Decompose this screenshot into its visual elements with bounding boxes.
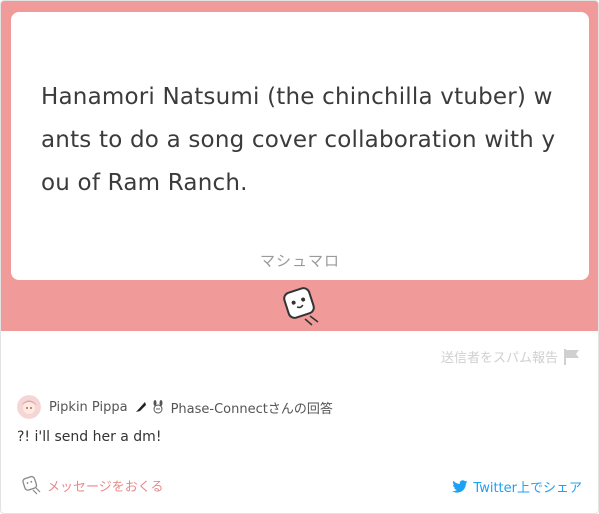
question-card: Hanamori Natsumi (the chinchilla vtuber)… <box>11 12 589 280</box>
question-text: Hanamori Natsumi (the chinchilla vtuber)… <box>41 84 556 196</box>
twitter-share-link[interactable]: Twitter上でシェア <box>452 477 582 496</box>
twitter-share-label: Twitter上でシェア <box>473 481 582 496</box>
marshmallow-mascot-icon <box>283 287 319 326</box>
answer-header: Pipkin Pippa Phase-Connectさんの回答 <box>17 395 333 419</box>
marshmallow-card: Hanamori Natsumi (the chinchilla vtuber)… <box>0 0 599 514</box>
flag-icon <box>564 348 579 365</box>
feather-icon <box>135 402 146 412</box>
avatar[interactable] <box>17 395 41 419</box>
report-spam-label: 送信者をスパム報告 <box>440 351 558 366</box>
question-background: Hanamori Natsumi (the chinchilla vtuber)… <box>1 1 598 331</box>
answer-text: ?! i'll send her a dm! <box>17 429 162 445</box>
report-spam-button[interactable]: 送信者をスパム報告 <box>441 347 582 366</box>
twitter-bird-icon <box>452 479 468 493</box>
answer-group-suffix: Phase-Connectさんの回答 <box>170 401 333 417</box>
send-message-label: メッセージをおくる <box>47 479 164 495</box>
marshmallow-icon <box>22 475 41 495</box>
author-emojis <box>134 400 166 414</box>
brand-name: マシュマロ <box>259 252 340 270</box>
answer-author[interactable]: Pipkin Pippa <box>49 400 128 415</box>
send-message-link[interactable]: メッセージをおくる <box>21 475 163 495</box>
rabbit-icon <box>153 400 163 414</box>
